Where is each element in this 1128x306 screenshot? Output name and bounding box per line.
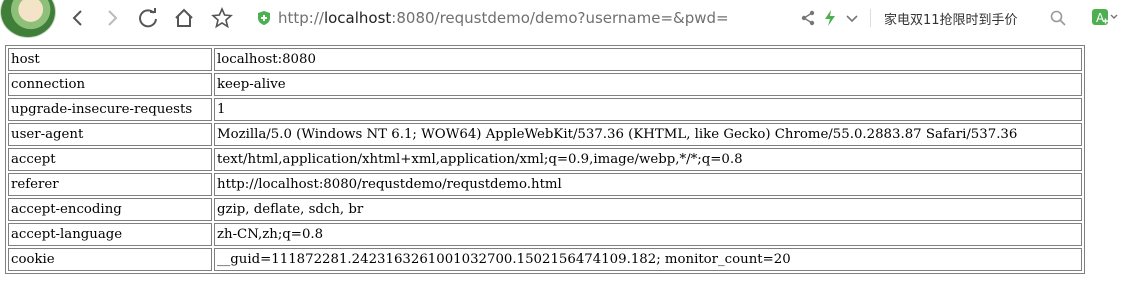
forward-button[interactable] [100, 6, 124, 30]
table-row: referer http://localhost:8080/requstdemo/… [8, 173, 1082, 196]
url-host: localhost [323, 9, 392, 27]
translate-icon: A [1092, 9, 1118, 25]
reload-button[interactable] [136, 6, 160, 30]
arrow-right-icon [108, 10, 118, 26]
table-row: user-agent Mozilla/5.0 (Windows NT 6.1; W… [8, 123, 1082, 146]
header-value-cell: text/html,application/xhtml+xml,applicat… [214, 148, 1082, 171]
search-suggestion[interactable]: 家电双11抢限时到手价 [884, 9, 1018, 28]
header-value-cell: localhost:8080 [214, 48, 1082, 71]
header-name-cell: accept-language [8, 223, 212, 246]
table-row: upgrade-insecure-requests 1 [8, 98, 1082, 121]
header-name-cell: accept [8, 148, 212, 171]
search-button[interactable] [1046, 6, 1070, 30]
shield-icon [258, 11, 270, 25]
share-button[interactable] [796, 6, 820, 30]
mode-dropdown[interactable] [840, 6, 864, 30]
table-row: host localhost:8080 [8, 48, 1082, 71]
translate-button[interactable]: A [1090, 6, 1120, 30]
home-button[interactable] [172, 6, 196, 30]
header-value-cell: 1 [214, 98, 1082, 121]
svg-text:A: A [1096, 11, 1105, 25]
address-bar[interactable]: http://localhost:8080/requstdemo/demo?us… [256, 7, 816, 29]
bookmark-button[interactable] [210, 6, 234, 30]
arrow-left-icon [72, 10, 82, 26]
toolbar-divider [870, 9, 871, 27]
header-name-cell: connection [8, 73, 212, 96]
share-icon [801, 10, 815, 26]
url-path: :8080/requstdemo/demo?username=&pwd= [391, 9, 729, 27]
page-content: host localhost:8080 connection keep-alive up… [0, 36, 1128, 306]
header-name-cell: referer [8, 173, 212, 196]
header-value-cell: __guid=111872281.2423163261001032700.150… [214, 248, 1082, 271]
table-row: accept-encoding gzip, deflate, sdch, br [8, 198, 1082, 221]
search-icon [1050, 10, 1066, 26]
header-name-cell: upgrade-insecure-requests [8, 98, 212, 121]
url-scheme: http:// [278, 9, 324, 27]
home-icon [175, 8, 193, 27]
user-avatar[interactable] [0, 0, 56, 38]
request-headers-table: host localhost:8080 connection keep-alive up… [5, 45, 1085, 274]
header-value-cell: keep-alive [214, 73, 1082, 96]
speed-mode-button[interactable] [818, 6, 842, 30]
reload-icon [139, 8, 157, 28]
header-value-cell: http://localhost:8080/requstdemo/requstd… [214, 173, 1082, 196]
header-value-cell: gzip, deflate, sdch, br [214, 198, 1082, 221]
header-name-cell: user-agent [8, 123, 212, 146]
header-name-cell: host [8, 48, 212, 71]
browser-toolbar: http://localhost:8080/requstdemo/demo?us… [0, 0, 1128, 38]
header-value-cell: zh-CN,zh;q=0.8 [214, 223, 1082, 246]
chevron-down-icon [846, 15, 858, 23]
table-row: cookie __guid=111872281.24231632610010327… [8, 248, 1082, 271]
table-row: connection keep-alive [8, 73, 1082, 96]
header-name-cell: cookie [8, 248, 212, 271]
header-name-cell: accept-encoding [8, 198, 212, 221]
header-value-cell: Mozilla/5.0 (Windows NT 6.1; WOW64) Appl… [214, 123, 1082, 146]
lightning-icon [825, 10, 835, 26]
star-icon [211, 7, 233, 29]
table-row: accept-language zh-CN,zh;q=0.8 [8, 223, 1082, 246]
back-button[interactable] [66, 6, 90, 30]
table-row: accept text/html,application/xhtml+xml,ap… [8, 148, 1082, 171]
